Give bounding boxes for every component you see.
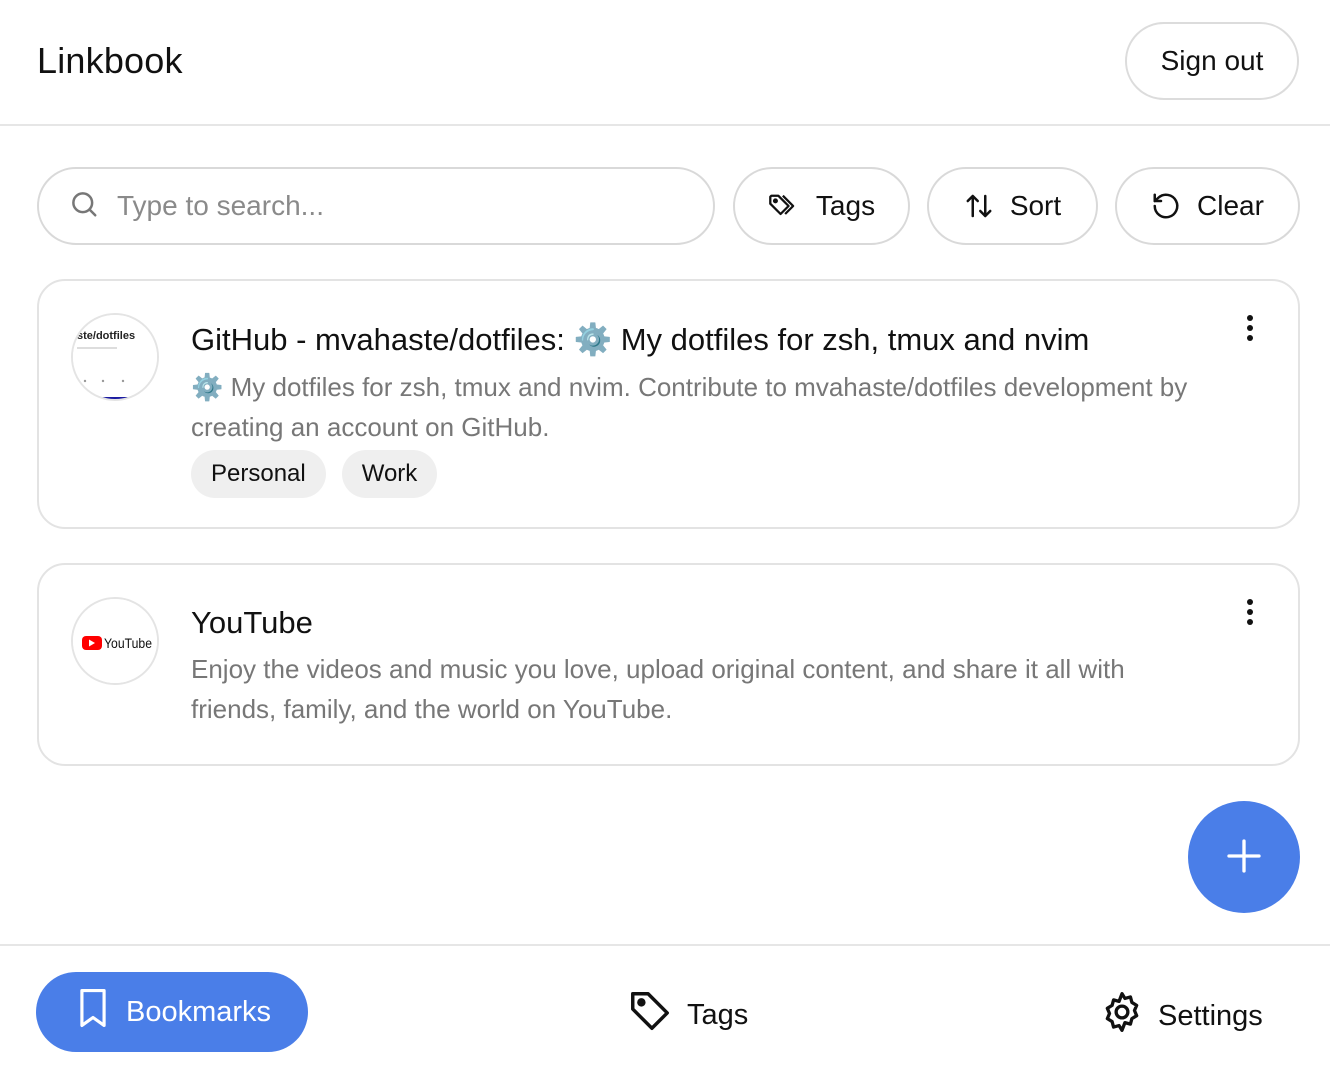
clear-button[interactable]: Clear	[1115, 167, 1300, 245]
bookmark-title[interactable]: GitHub - mvahaste/dotfiles: ⚙️ My dotfil…	[191, 321, 1089, 358]
nav-tags[interactable]: Tags	[627, 988, 748, 1042]
nav-tags-label: Tags	[687, 998, 749, 1031]
tags-filter-label: Tags	[815, 190, 876, 221]
clear-label: Clear	[1197, 190, 1264, 221]
svg-text:YouTube: YouTube	[104, 635, 152, 651]
tag-chip[interactable]: Work	[341, 450, 438, 498]
nav-bookmarks-label: Bookmarks	[126, 995, 272, 1028]
add-bookmark-button[interactable]	[1188, 801, 1300, 913]
search-icon	[69, 189, 99, 224]
more-options-icon[interactable]	[1238, 315, 1262, 347]
sort-icon	[964, 191, 994, 221]
plus-icon	[1224, 836, 1264, 879]
bookmark-thumbnail: ste/dotfiles	[71, 313, 159, 401]
nav-bookmarks[interactable]: Bookmarks	[36, 972, 308, 1052]
thumbnail-text: ste/dotfiles	[77, 330, 135, 342]
bookmark-title[interactable]: YouTube	[191, 605, 313, 641]
nav-settings[interactable]: Settings	[1100, 990, 1263, 1042]
app-header: Linkbook Sign out	[0, 0, 1330, 126]
bookmark-thumbnail: YouTube	[71, 597, 159, 685]
bottom-navigation: Bookmarks Tags Settings	[0, 944, 1330, 1070]
search-box[interactable]	[37, 167, 715, 245]
nav-settings-label: Settings	[1158, 999, 1263, 1032]
bookmark-card[interactable]: YouTube YouTube Enjoy the videos and mus…	[37, 563, 1300, 766]
tags-icon	[768, 192, 800, 220]
tag-chip[interactable]: Personal	[191, 450, 326, 498]
bookmark-description: Enjoy the videos and music you love, upl…	[191, 654, 1125, 724]
tags-filter-button[interactable]: Tags	[733, 167, 910, 245]
app-title: Linkbook	[37, 40, 183, 81]
sort-label: Sort	[1009, 190, 1062, 221]
sign-out-button[interactable]: Sign out	[1125, 22, 1299, 100]
bookmark-card[interactable]: ste/dotfiles GitHub - mvahaste/dotfiles:…	[37, 279, 1300, 529]
more-options-icon[interactable]	[1238, 599, 1262, 631]
bookmark-tags: Personal Work	[191, 450, 438, 498]
bookmark-description: ⚙️ My dotfiles for zsh, tmux and nvim. C…	[191, 372, 1188, 442]
sort-button[interactable]: Sort	[927, 167, 1098, 245]
reset-icon	[1151, 191, 1181, 221]
bookmark-icon	[74, 987, 112, 1037]
gear-icon	[1100, 990, 1144, 1042]
tag-icon	[627, 988, 673, 1042]
search-input[interactable]	[117, 190, 637, 222]
